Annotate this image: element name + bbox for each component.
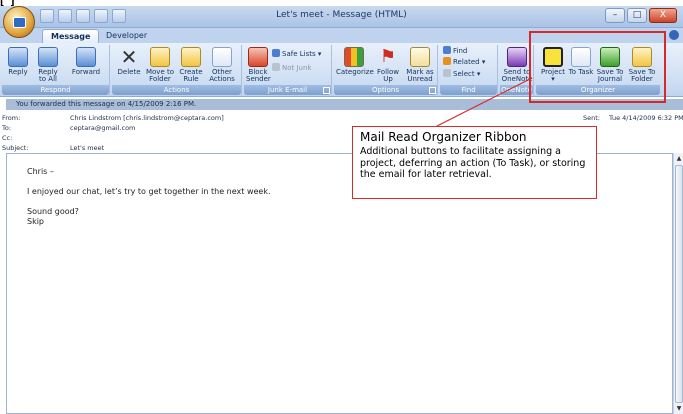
safe-lists-button[interactable]: Safe Lists ▾: [272, 49, 321, 59]
from-label: From:: [2, 114, 21, 122]
not-junk-button[interactable]: Not Junk: [272, 63, 311, 73]
group-junk-email: Block Sender Safe Lists ▾ Not Junk Junk …: [244, 45, 332, 95]
group-actions: ✕ Delete Move to Folder Create Rule Othe…: [112, 45, 242, 95]
related-button[interactable]: Related ▾: [443, 57, 485, 67]
related-icon: [443, 57, 451, 65]
envelope-icon: [410, 47, 430, 67]
callout-title: Mail Read Organizer Ribbon: [360, 130, 527, 144]
group-respond: Reply Reply to All Forward Respond: [2, 45, 110, 95]
group-label-options: Options: [334, 85, 437, 95]
greeting-text: Chris –: [27, 167, 54, 176]
scroll-down-icon[interactable]: ▼: [675, 404, 683, 413]
from-value[interactable]: Chris Lindstrom [chris.lindstrom@ceptara…: [70, 114, 224, 122]
group-label-junk-email: Junk E-mail: [244, 85, 331, 95]
select-button[interactable]: Select ▾: [443, 69, 480, 79]
mark-unread-button[interactable]: Mark as Unread: [404, 47, 436, 83]
sent-value: Tue 4/14/2009 6:32 PM: [609, 114, 683, 122]
tab-developer[interactable]: Developer: [98, 29, 155, 43]
help-icon[interactable]: [669, 30, 679, 40]
reply-all-button[interactable]: Reply to All: [34, 47, 62, 83]
vertical-scrollbar[interactable]: ▲ ▼: [673, 153, 683, 414]
delete-x-icon: ✕: [120, 45, 138, 69]
cc-label: Cc:: [2, 134, 13, 142]
to-label: To:: [2, 124, 12, 132]
window-title: Let's meet - Message (HTML): [276, 10, 407, 20]
office-logo-icon: [13, 17, 26, 28]
other-actions-button[interactable]: Other Actions: [206, 47, 238, 83]
body-line-2: Sound good?: [27, 207, 79, 216]
move-to-folder-button[interactable]: Move to Folder: [144, 47, 176, 83]
group-find: Find Related ▾ Select ▾ Find: [440, 45, 498, 95]
close-button[interactable]: X: [649, 8, 677, 23]
window-controls: – □ X: [605, 8, 677, 23]
sent-label: Sent:: [583, 114, 600, 122]
safe-lists-icon: [272, 49, 280, 57]
block-sender-icon: [248, 47, 268, 67]
body-line-1: I enjoyed our chat, let’s try to get tog…: [27, 187, 271, 196]
title-bar: Let's meet - Message (HTML) – □ X: [0, 6, 683, 28]
folder-icon: [150, 47, 170, 67]
options-dialog-launcher-icon[interactable]: [429, 87, 436, 94]
minimize-button[interactable]: –: [605, 8, 625, 23]
tab-message[interactable]: Message: [42, 29, 100, 43]
subject-label: Subject:: [2, 144, 29, 152]
binoculars-icon: [443, 46, 451, 54]
block-sender-button[interactable]: Block Sender: [246, 47, 271, 83]
reply-icon: [8, 47, 28, 67]
organizer-highlight-box: [529, 31, 666, 103]
annotation-callout: Mail Read Organizer Ribbon Additional bu…: [352, 126, 597, 199]
scroll-up-icon[interactable]: ▲: [675, 154, 683, 163]
callout-text: Additional buttons to facilitate assigni…: [360, 146, 586, 180]
office-button[interactable]: [3, 6, 35, 38]
delete-button[interactable]: ✕ Delete: [116, 47, 142, 76]
to-value[interactable]: ceptara@gmail.com: [70, 124, 135, 132]
select-icon: [443, 69, 451, 77]
junk-dialog-launcher-icon[interactable]: [323, 87, 330, 94]
follow-up-button[interactable]: ⚑ Follow Up: [374, 47, 402, 83]
find-button[interactable]: Find: [443, 46, 467, 56]
other-actions-icon: [212, 47, 232, 67]
onenote-icon: [507, 47, 527, 67]
maximize-button[interactable]: □: [627, 8, 647, 23]
reply-all-icon: [38, 47, 58, 67]
follow-up-flag-icon: ⚑: [379, 46, 397, 67]
group-options: Categorize ⚑ Follow Up Mark as Unread Op…: [334, 45, 438, 95]
group-label-actions: Actions: [112, 85, 241, 95]
subject-value: Let's meet: [70, 144, 105, 152]
rule-icon: [181, 47, 201, 67]
forward-icon: [76, 47, 96, 67]
signature-text: Skip: [27, 217, 45, 226]
reply-button[interactable]: Reply: [4, 47, 32, 76]
forward-button[interactable]: Forward: [66, 47, 106, 76]
categorize-button[interactable]: Categorize: [336, 47, 374, 76]
group-label-respond: Respond: [2, 85, 109, 95]
scroll-thumb[interactable]: [675, 165, 683, 403]
create-rule-button[interactable]: Create Rule: [178, 47, 204, 83]
group-label-find: Find: [440, 85, 497, 95]
not-junk-icon: [272, 63, 280, 71]
categorize-icon: [344, 47, 364, 67]
